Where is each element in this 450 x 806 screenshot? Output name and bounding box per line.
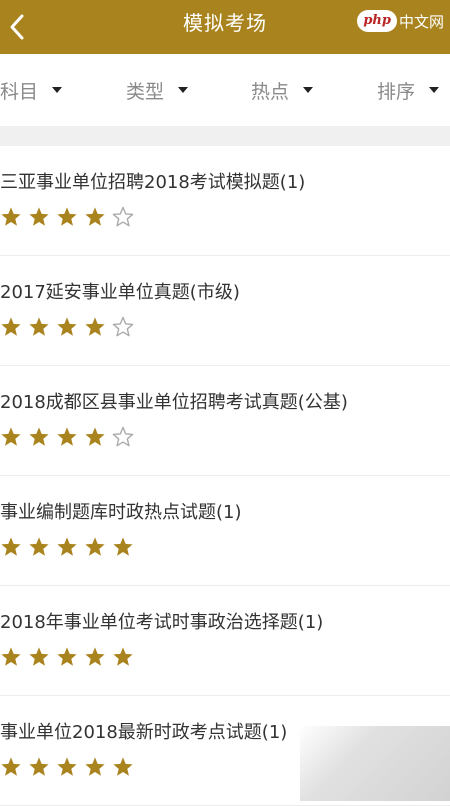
star-filled-icon xyxy=(1,757,21,776)
star-filled-icon xyxy=(29,647,49,666)
star-filled-icon xyxy=(57,647,77,666)
caret-down-icon xyxy=(429,87,440,93)
filter-bar: 科目 类型 热点 排序 xyxy=(0,54,450,126)
star-filled-icon xyxy=(113,537,133,556)
exam-list: 三亚事业单位招聘2018考试模拟题(1) 2017延安事业单位真题(市级) 20… xyxy=(0,146,450,806)
filter-subject-label: 科目 xyxy=(0,80,39,103)
caret-down-icon xyxy=(303,87,314,93)
rating-stars xyxy=(0,426,134,448)
rating-stars xyxy=(0,756,134,778)
star-outline-icon xyxy=(112,426,134,447)
rating-stars xyxy=(0,316,134,338)
star-filled-icon xyxy=(1,207,21,226)
filter-hot[interactable]: 热点 xyxy=(251,54,314,126)
star-filled-icon xyxy=(85,537,105,556)
star-filled-icon xyxy=(57,427,77,446)
star-filled-icon xyxy=(1,427,21,446)
star-filled-icon xyxy=(57,207,77,226)
star-filled-icon xyxy=(57,317,77,336)
star-filled-icon xyxy=(1,317,21,336)
star-filled-icon xyxy=(57,537,77,556)
filter-sort[interactable]: 排序 xyxy=(377,54,440,126)
star-outline-icon xyxy=(112,206,134,227)
item-title: 事业编制题库时政热点试题(1) xyxy=(0,502,242,523)
item-title: 2018年事业单位考试时事政治选择题(1) xyxy=(0,612,324,633)
star-filled-icon xyxy=(85,427,105,446)
filter-hot-label: 热点 xyxy=(251,80,290,103)
item-title: 事业单位2018最新时政考点试题(1) xyxy=(0,722,288,743)
star-filled-icon xyxy=(1,647,21,666)
list-item[interactable]: 2017延安事业单位真题(市级) xyxy=(0,256,450,366)
list-item[interactable]: 2018成都区县事业单位招聘考试真题(公基) xyxy=(0,366,450,476)
caret-down-icon xyxy=(178,87,189,93)
star-filled-icon xyxy=(29,757,49,776)
star-filled-icon xyxy=(29,207,49,226)
watermark-text: 中文网 xyxy=(398,12,444,31)
star-filled-icon xyxy=(29,537,49,556)
rating-stars xyxy=(0,536,134,558)
star-filled-icon xyxy=(85,757,105,776)
filter-type-label: 类型 xyxy=(126,80,165,103)
star-filled-icon xyxy=(29,317,49,336)
app-header: 模拟考场 php 中文网 xyxy=(0,0,450,54)
star-filled-icon xyxy=(1,537,21,556)
caret-down-icon xyxy=(52,87,63,93)
star-filled-icon xyxy=(29,427,49,446)
filter-type[interactable]: 类型 xyxy=(126,54,189,126)
list-item[interactable]: 三亚事业单位招聘2018考试模拟题(1) xyxy=(0,146,450,256)
star-filled-icon xyxy=(85,207,105,226)
rating-stars xyxy=(0,646,134,668)
item-title: 2017延安事业单位真题(市级) xyxy=(0,282,240,303)
rating-stars xyxy=(0,206,134,228)
star-outline-icon xyxy=(112,316,134,337)
star-filled-icon xyxy=(113,757,133,776)
star-filled-icon xyxy=(113,647,133,666)
star-filled-icon xyxy=(85,317,105,336)
watermark: php 中文网 xyxy=(357,8,444,34)
filter-sort-label: 排序 xyxy=(377,80,416,103)
list-item[interactable]: 2018年事业单位考试时事政治选择题(1) xyxy=(0,586,450,696)
watermark-logo: php xyxy=(357,10,397,32)
section-divider xyxy=(0,126,450,146)
item-title: 三亚事业单位招聘2018考试模拟题(1) xyxy=(0,172,306,193)
item-title: 2018成都区县事业单位招聘考试真题(公基) xyxy=(0,392,348,413)
star-filled-icon xyxy=(85,647,105,666)
filter-subject[interactable]: 科目 xyxy=(0,54,63,126)
star-filled-icon xyxy=(57,757,77,776)
list-item[interactable]: 事业编制题库时政热点试题(1) xyxy=(0,476,450,586)
list-item[interactable]: 事业单位2018最新时政考点试题(1) xyxy=(0,696,450,806)
